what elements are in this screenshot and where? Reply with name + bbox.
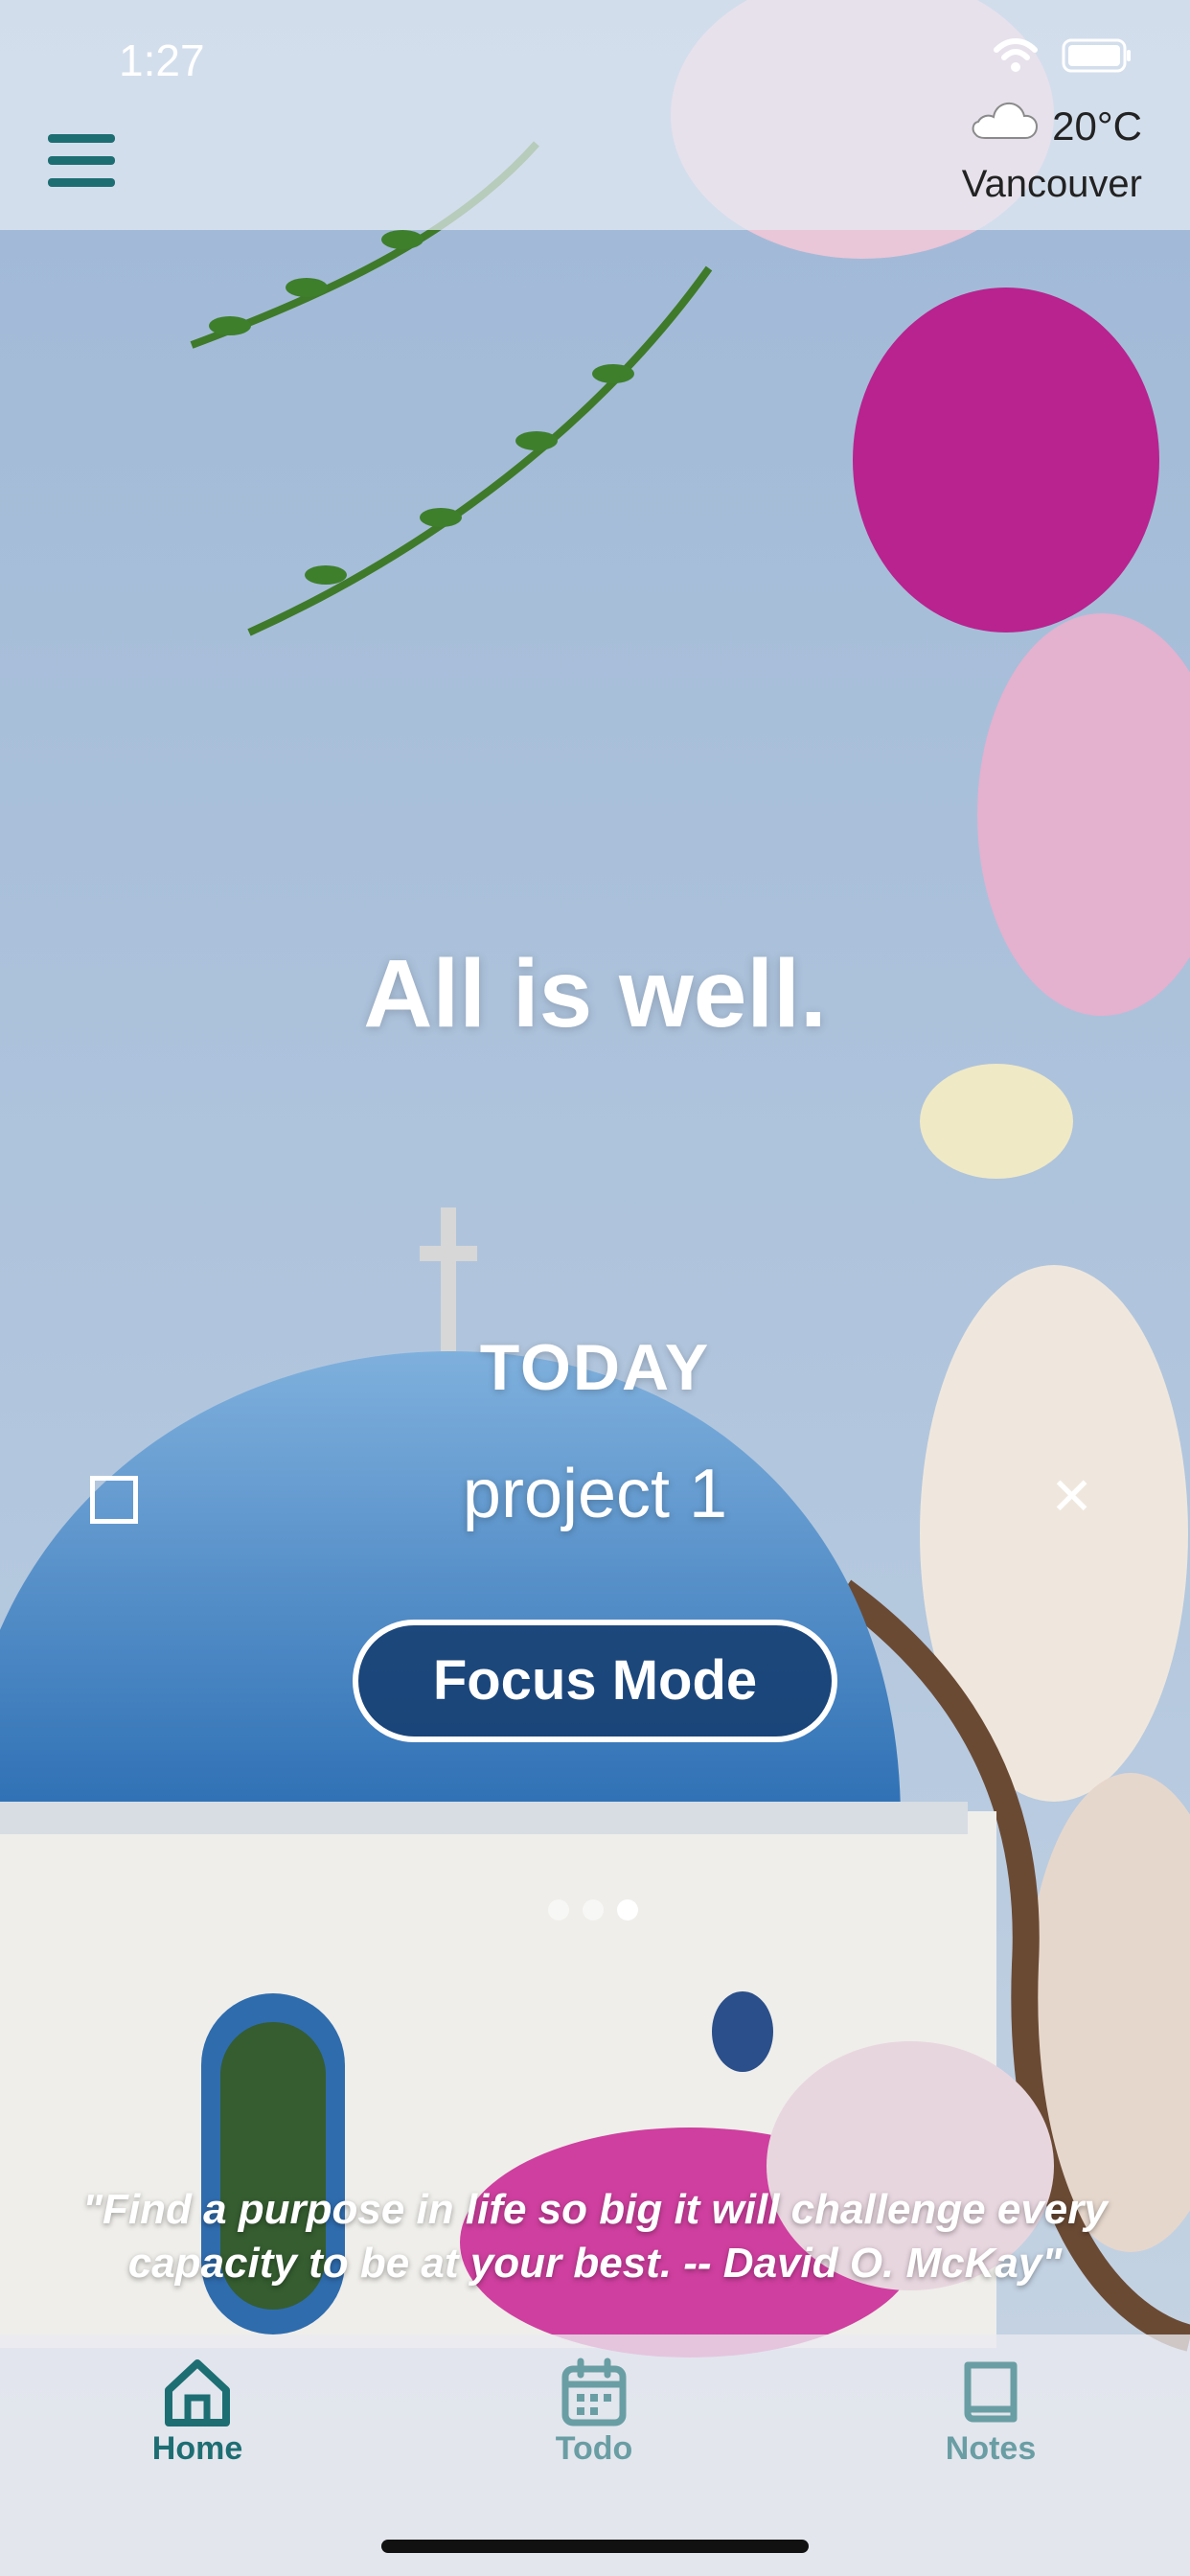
menu-button[interactable] — [48, 134, 115, 196]
page-indicator[interactable] — [548, 1899, 638, 1920]
hamburger-line — [48, 134, 115, 143]
wifi-icon — [993, 38, 1039, 77]
page-dot-active[interactable] — [617, 1899, 638, 1920]
greeting-text: All is well. — [363, 940, 827, 1047]
calendar-icon — [489, 2356, 699, 2428]
today-label: TODAY — [479, 1331, 711, 1404]
delete-task-icon[interactable]: ✕ — [1050, 1466, 1093, 1527]
hamburger-line — [48, 156, 115, 165]
weather-widget: 20°C Vancouver — [962, 100, 1142, 206]
nav-home-label: Home — [151, 2430, 243, 2467]
focus-mode-button[interactable]: Focus Mode — [353, 1620, 837, 1742]
nav-notes[interactable]: Notes — [885, 2356, 1096, 2468]
status-icons — [993, 38, 1133, 77]
nav-todo-label: Todo — [555, 2430, 633, 2467]
task-row: project 1 ✕ — [0, 1455, 1190, 1551]
page-dot[interactable] — [583, 1899, 604, 1920]
status-time: 1:27 — [119, 35, 205, 85]
home-indicator[interactable] — [381, 2540, 809, 2553]
weather-city: Vancouver — [961, 163, 1142, 205]
page-dot[interactable] — [548, 1899, 569, 1920]
nav-todo[interactable]: Todo — [489, 2356, 699, 2468]
book-icon — [885, 2356, 1096, 2428]
task-text: project 1 — [462, 1456, 728, 1532]
home-icon — [92, 2356, 303, 2428]
nav-home[interactable]: Home — [92, 2356, 303, 2468]
weather-temperature: 20°C — [1052, 104, 1142, 149]
hamburger-line — [48, 178, 115, 187]
quote-text: "Find a purpose in life so big it will c… — [82, 2186, 1108, 2287]
nav-notes-label: Notes — [945, 2430, 1037, 2467]
cloud-icon — [970, 100, 1039, 153]
battery-icon — [1062, 38, 1133, 77]
